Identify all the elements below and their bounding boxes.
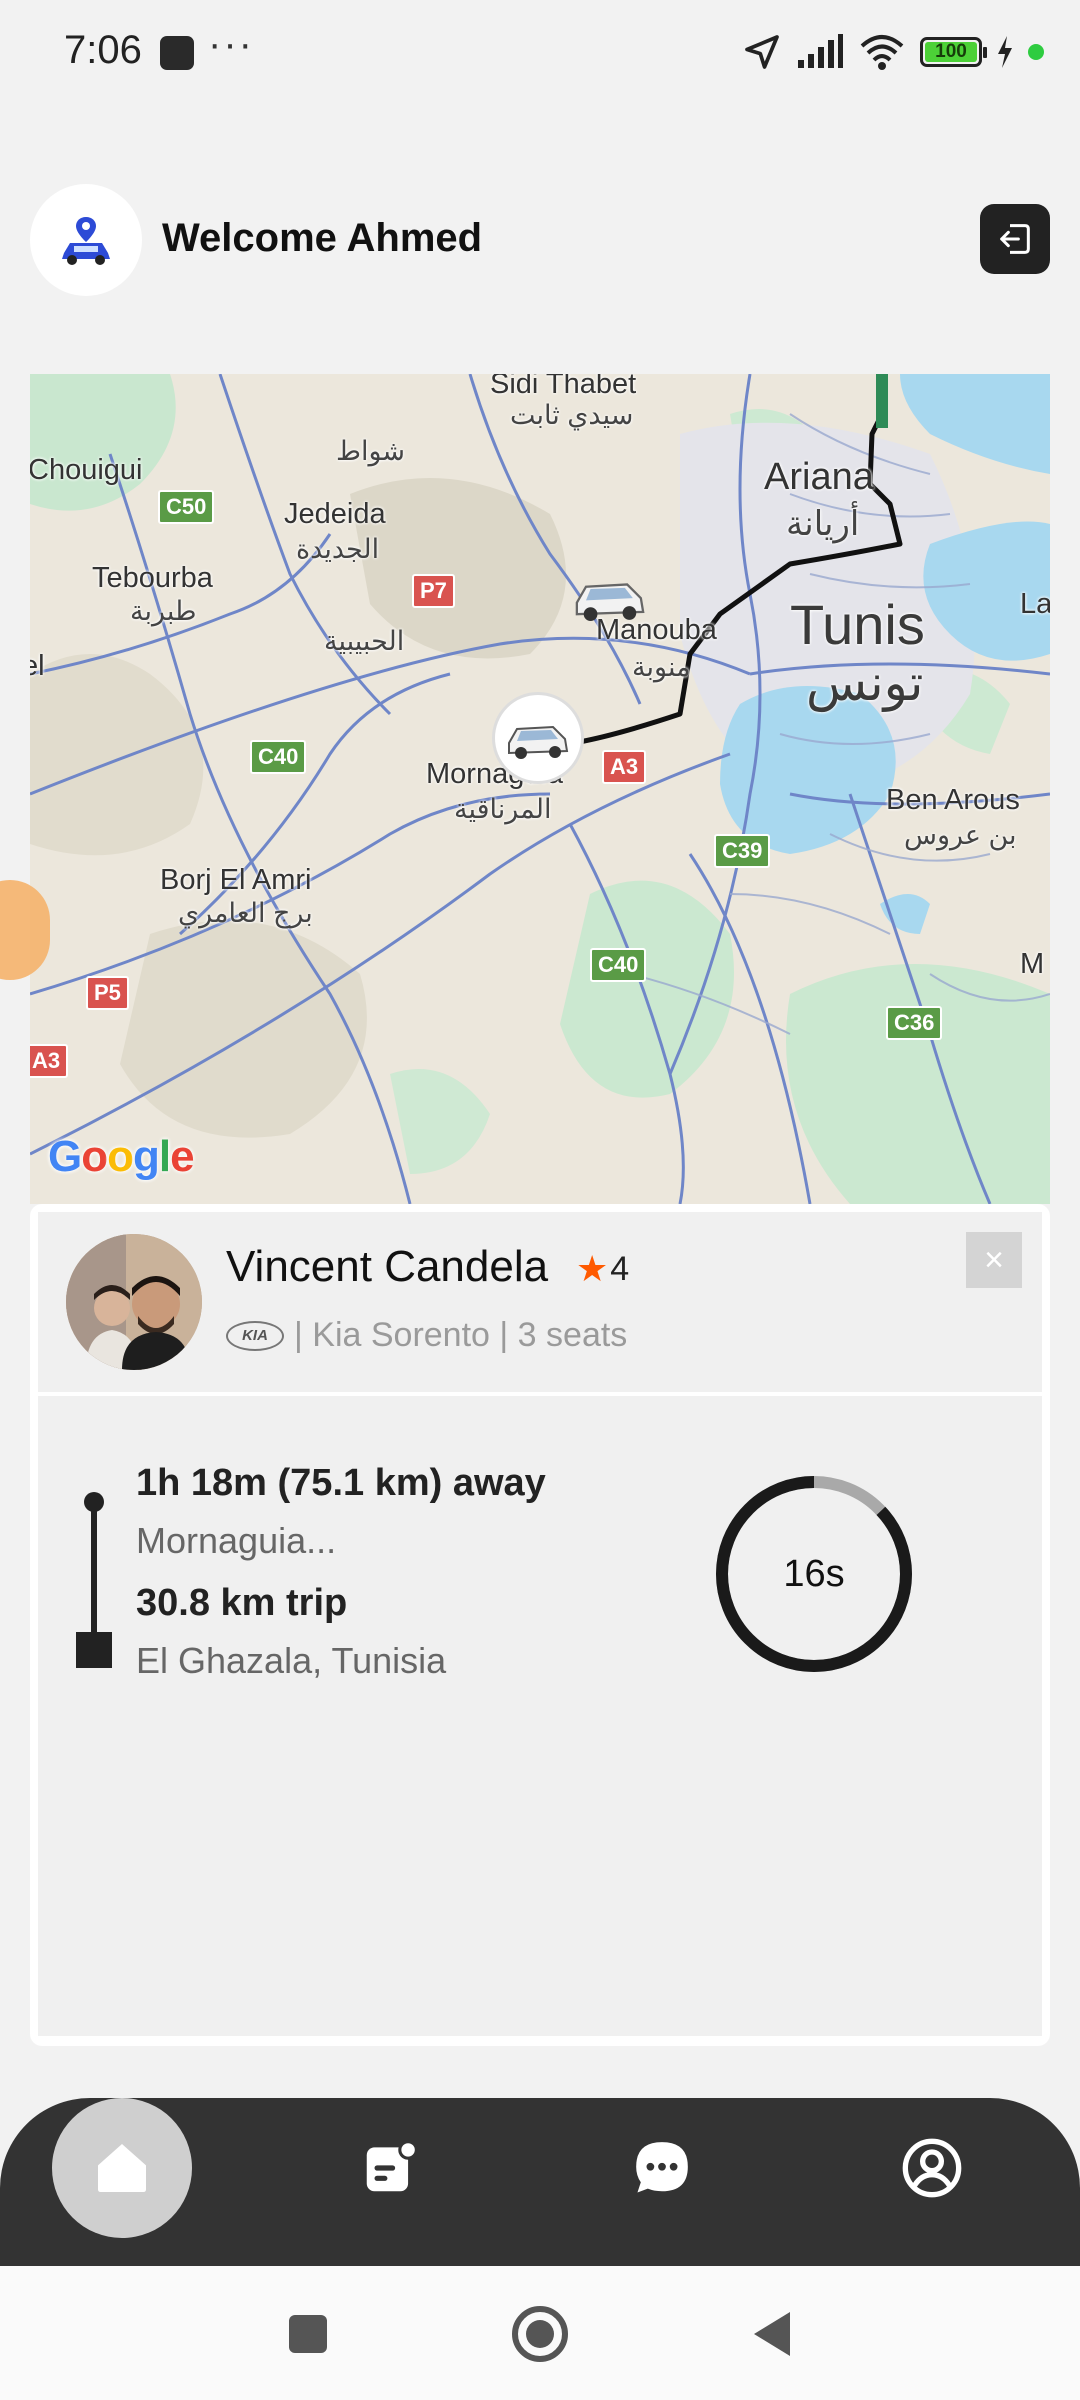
driver-location-marker[interactable] [492,692,584,784]
chat-icon [636,2142,688,2193]
car-icon [575,583,645,621]
map-label-tebourba-ar: طبربة [130,596,197,626]
trip-distance: 30.8 km trip [136,1582,348,1624]
trip-info-section: 1h 18m (75.1 km) away Mornaguia... 30.8 … [38,1396,1042,2036]
profile-icon [902,2138,962,2198]
map-label-jedeida-ar: الجديدة [296,534,380,564]
driver-rating: ★ 4 [576,1248,629,1290]
car-icon [508,725,569,759]
vehicle-details: | Kia Sorento | 3 seats [294,1316,628,1354]
wifi-icon [860,35,904,70]
map-label-tebourba: Tebourba [92,562,213,594]
route-map[interactable]: Sidi Thabet سيدي ثابت Chouigui شواط Jede… [30,374,1050,1204]
map-label-tunis: Tunis [790,593,925,656]
charging-icon [998,36,1012,68]
map-label-m: M [1020,948,1045,980]
logout-icon [1000,224,1030,254]
bottom-navigation [0,2098,1080,2266]
map-label-ben-arous-ar: بن عروس [904,820,1017,850]
driver-info-section: Vincent Candela ★ 4 KIA | Kia Sorento | … [38,1212,1042,1392]
map-label-tunis-ar: تونس [806,655,924,711]
pickup-location: Mornaguia... [136,1520,337,1561]
status-time: 7:06 [64,28,142,72]
square-icon [289,2315,327,2353]
route-timeline-icon [76,1492,112,1668]
signal-icon [798,34,843,68]
home-icon [98,2144,146,2192]
road-badge-c39: C39 [714,834,771,868]
recents-button[interactable] [278,2304,338,2364]
circle-icon [512,2306,568,2362]
map-label-la: La [1020,588,1050,620]
document-icon [366,2140,418,2192]
car-location-icon [62,217,110,265]
rating-value: 4 [610,1249,630,1288]
battery-icon: 100 [920,37,987,67]
home-system-button[interactable] [510,2304,570,2364]
nearby-car-marker[interactable] [570,562,650,632]
status-bar: 7:06 ··· 100 [0,0,1080,100]
map-label-ariana-ar: أريانة [786,505,860,543]
map-label-borj-el-amri: Borj El Amri [160,864,312,896]
road-badge-c40-south: C40 [590,948,647,982]
map-label-manouba-ar: منوبة [632,652,691,682]
battery-level: 100 [925,41,977,62]
map-label-jedeida: Jedeida [284,498,386,530]
map-label-chaouat-ar: شواط [336,436,406,466]
driver-eta: 1h 18m (75.1 km) away [136,1462,546,1504]
road-badge-a3: A3 [602,750,647,784]
road-badge-p5: P5 [86,976,129,1010]
road-badge-p7: P7 [412,574,455,608]
nav-profile[interactable] [862,2098,1002,2238]
map-label-chouigui: Chouigui [30,454,143,486]
map-label-sidi-thabet: Sidi Thabet [490,374,637,400]
star-icon: ★ [576,1248,609,1289]
welcome-title: Welcome Ahmed [162,216,483,260]
vehicle-info: KIA | Kia Sorento | 3 seats [226,1316,627,1355]
dropoff-location: El Ghazala, Tunisia [136,1640,447,1681]
app-notification-icon [160,36,194,70]
map-label-ariana: Ariana [764,456,874,498]
driver-offer-card: Vincent Candela ★ 4 KIA | Kia Sorento | … [30,1204,1050,2046]
road-badge-c50: C50 [158,490,215,524]
more-notifications-icon: ··· [208,22,254,66]
map-label-el: el [30,650,45,682]
map-label-ben-arous: Ben Arous [886,784,1020,816]
system-navigation-bar [0,2266,1080,2400]
car-brand-logo: KIA [226,1320,284,1351]
map-label-borj-el-amri-ar: برج العامري [178,898,313,928]
driver-avatar [66,1234,202,1370]
google-logo: Google [48,1132,195,1181]
app-logo [30,184,142,296]
map-label-mornaguia-ar: المرناقية [454,794,552,824]
nav-messages[interactable] [592,2098,732,2238]
nav-requests[interactable] [320,2098,460,2238]
countdown-value: 16s [783,1552,845,1595]
driver-name: Vincent Candela [226,1242,549,1291]
app-header: Welcome Ahmed [30,182,1050,298]
road-badge-a3-west: A3 [30,1044,69,1078]
close-button[interactable]: × [966,1232,1022,1288]
logout-button[interactable] [980,204,1050,274]
nav-home[interactable] [52,2098,192,2238]
road-badge-c40: C40 [250,740,307,774]
road-badge-c36: C36 [886,1006,943,1040]
back-button[interactable] [742,2304,802,2364]
back-triangle-icon [754,2312,790,2356]
location-icon [745,35,779,69]
map-label-habibia-ar: الحبيبية [324,626,405,656]
map-label-sidi-thabet-ar: سيدي ثابت [510,400,634,430]
countdown-timer: 16s [714,1474,914,1674]
privacy-indicator-dot [1028,44,1044,60]
